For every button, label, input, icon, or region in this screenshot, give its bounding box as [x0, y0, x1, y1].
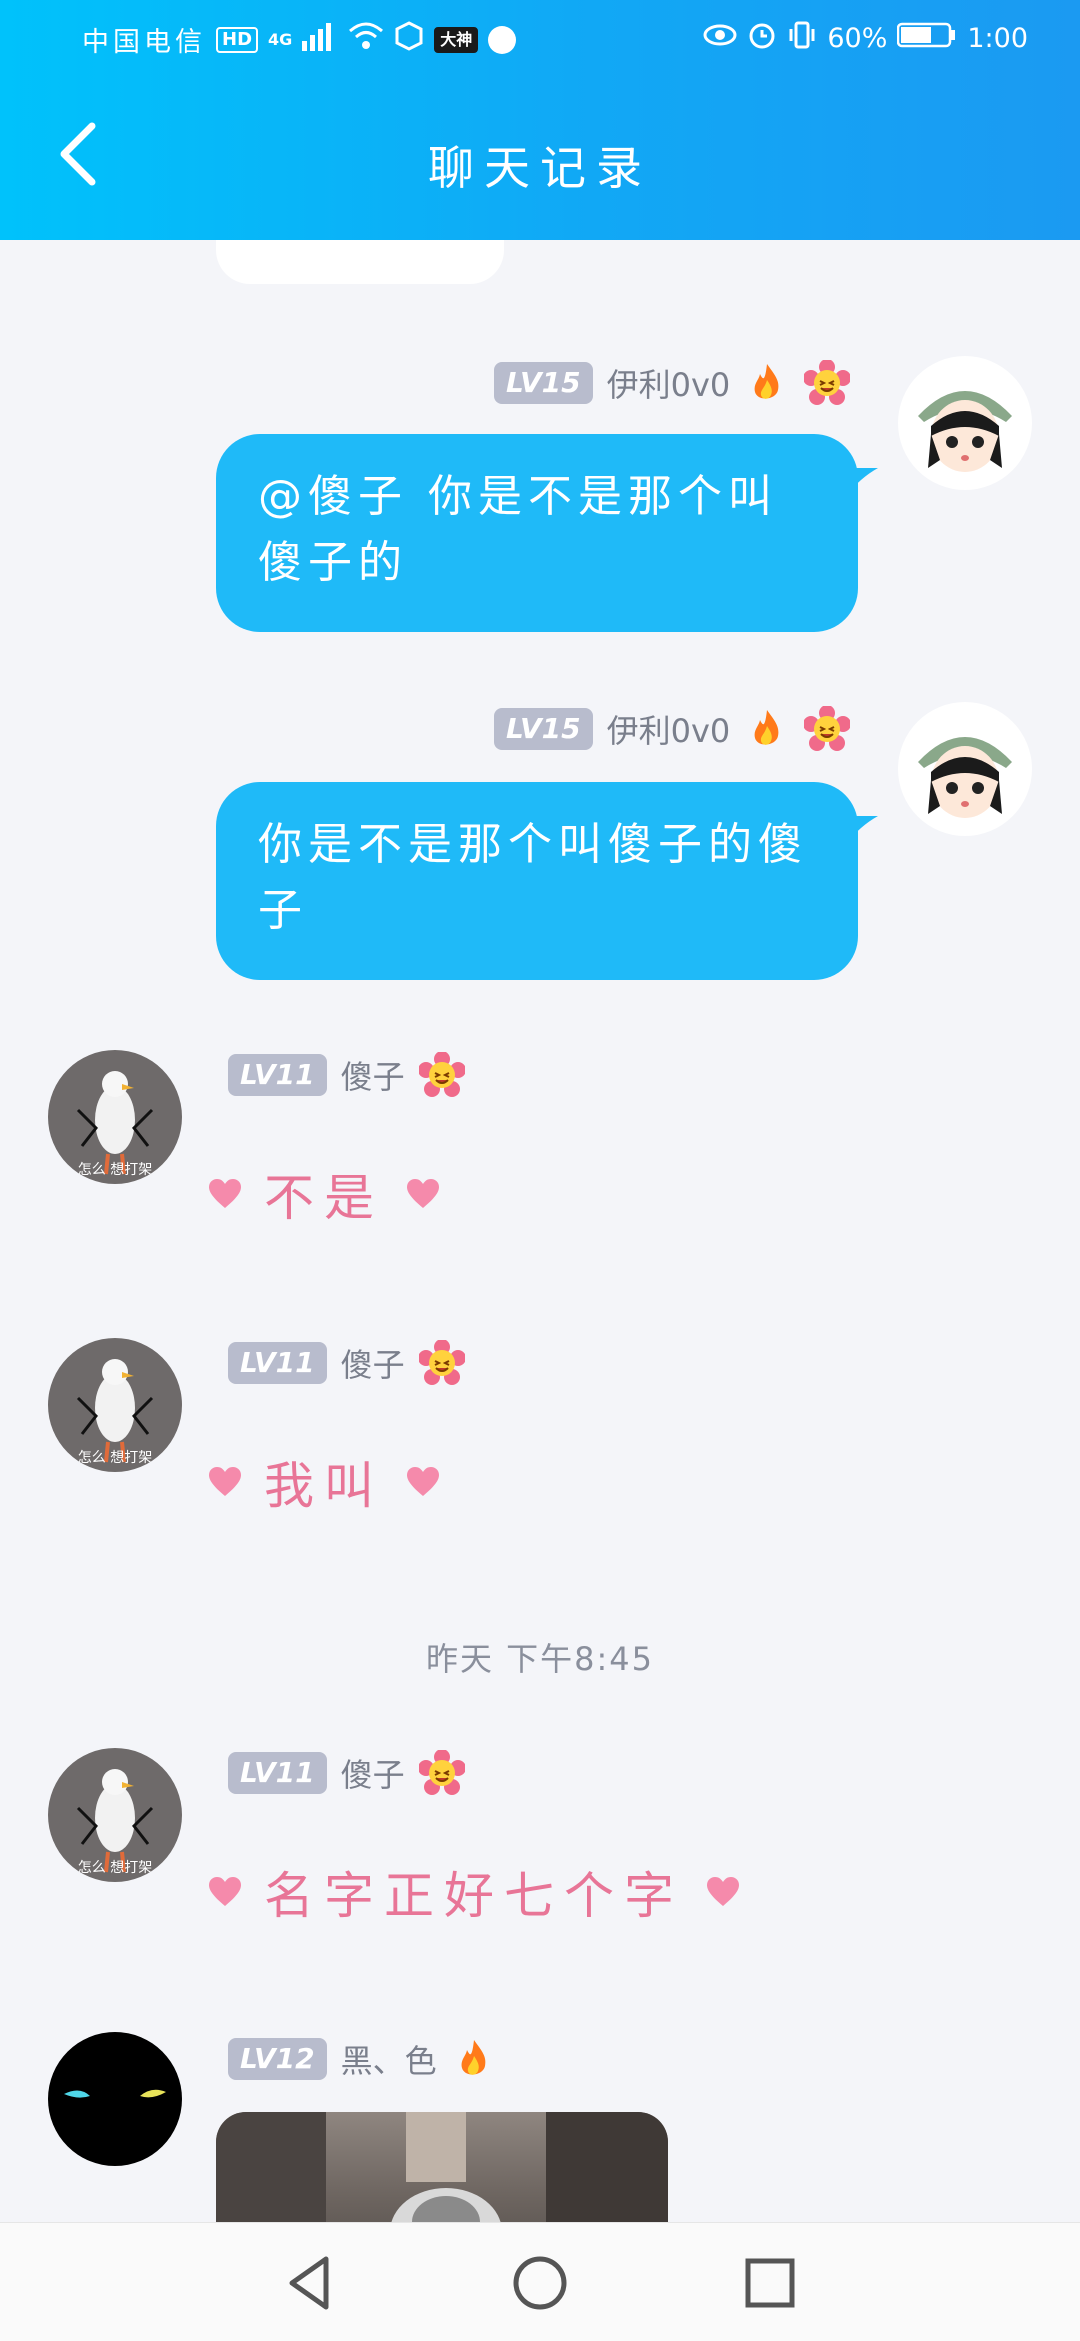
app-badge: 大神 [434, 26, 479, 53]
system-nav-bar [0, 2222, 1080, 2341]
back-triangle-icon [289, 2256, 329, 2310]
message-text: 我叫 [264, 1457, 384, 1515]
avatar-caption: 怎么 想打架 [78, 1449, 152, 1466]
flower-emoji-icon [804, 360, 851, 405]
sender-name[interactable]: 傻子 [341, 1750, 405, 1796]
avatar-caption: 怎么 想打架 [78, 1161, 152, 1178]
avatar[interactable]: 怎么 想打架 [48, 1338, 182, 1472]
heart-icon [407, 1179, 439, 1208]
hd-badge: HD [216, 26, 259, 53]
chat-message-list[interactable]: LV15 伊利0v0 @傻子 你是不是那个叫傻子的 LV15 伊利0v0 你是不… [0, 240, 1080, 2222]
level-badge: LV15 [494, 362, 593, 404]
avatar-girl-icon [898, 356, 1032, 490]
partial-message-bubble[interactable] [216, 240, 504, 284]
fire-icon [754, 710, 779, 745]
avatar-black-cat-icon [48, 2032, 182, 2166]
bubble-tail [846, 468, 878, 496]
message-text: 名字正好七个字 [264, 1867, 684, 1925]
clock-time: 1:00 [967, 23, 1028, 54]
sender-name[interactable]: 傻子 [341, 1340, 405, 1386]
avatar[interactable] [48, 2032, 182, 2166]
message-meta: LV15 伊利0v0 [494, 360, 851, 406]
flower-emoji-icon [418, 1340, 465, 1385]
message-meta: LV15 伊利0v0 [494, 706, 851, 752]
message-text: @傻子 你是不是那个叫傻子的 [258, 471, 778, 588]
message-text: 不是 [264, 1169, 384, 1227]
avatar[interactable]: 怎么 想打架 [48, 1748, 182, 1882]
wifi-icon [348, 21, 384, 58]
level-badge: LV11 [228, 1752, 327, 1794]
bubble-tail [846, 816, 878, 844]
recents-square-icon [745, 2258, 795, 2308]
message-bubble[interactable]: 你是不是那个叫傻子的傻子 [216, 782, 858, 980]
carrier-label: 中国电信 [82, 27, 206, 58]
battery-percent: 60% [827, 23, 888, 54]
nav-home-button[interactable] [510, 2253, 570, 2313]
avatar-girl-icon [898, 702, 1032, 836]
message-meta: LV11 傻子 [228, 1750, 465, 1796]
nav-recents-button[interactable] [740, 2253, 800, 2313]
message-bubble[interactable]: 不是 [208, 1158, 440, 1230]
heart-icon [209, 1179, 241, 1208]
message-bubble[interactable]: 名字正好七个字 [208, 1856, 740, 1928]
avatar-caption: 怎么 想打架 [78, 1859, 152, 1876]
level-badge: LV15 [494, 708, 593, 750]
avatar[interactable]: 怎么 想打架 [48, 1050, 182, 1184]
status-left: 中国电信 HD 4G 大神 [82, 20, 517, 59]
signal-icon [302, 21, 338, 58]
sender-name[interactable]: 黑、色 [341, 2036, 437, 2082]
heart-icon [209, 1877, 241, 1906]
status-right: 60% 1:00 [703, 20, 1028, 57]
vibrate-icon [787, 20, 817, 57]
level-badge: LV12 [228, 2038, 327, 2080]
heart-icon [407, 1467, 439, 1496]
message-bubble[interactable]: 我叫 [208, 1446, 440, 1518]
level-badge: LV11 [228, 1054, 327, 1096]
time-separator: 昨天 下午8:45 [425, 1640, 655, 1678]
page-title: 聊天记录 [428, 141, 652, 195]
sender-name[interactable]: 伊利0v0 [607, 360, 731, 406]
home-circle-icon [513, 2256, 567, 2310]
shield-app-icon [394, 21, 424, 58]
cat-photo-icon [216, 2112, 668, 2222]
flower-emoji-icon [418, 1052, 465, 1097]
header-bar: 中国电信 HD 4G 大神 60% 1:00 聊天记录 [0, 0, 1080, 240]
avatar[interactable] [898, 356, 1032, 490]
level-badge: LV11 [228, 1342, 327, 1384]
avatar-seagull-icon: 怎么 想打架 [48, 1338, 182, 1472]
avatar-seagull-icon: 怎么 想打架 [48, 1050, 182, 1184]
status-bar: 中国电信 HD 4G 大神 60% 1:00 [0, 14, 1080, 66]
image-message[interactable] [216, 2112, 668, 2222]
avatar-seagull-icon: 怎么 想打架 [48, 1748, 182, 1882]
message-meta: LV12 黑、色 [228, 2036, 497, 2082]
eye-icon [703, 22, 737, 55]
message-bubble[interactable]: @傻子 你是不是那个叫傻子的 [216, 434, 858, 632]
alarm-icon [747, 20, 777, 57]
flower-emoji-icon [418, 1750, 465, 1795]
sender-name[interactable]: 伊利0v0 [607, 706, 731, 752]
heart-icon [707, 1877, 739, 1906]
network-label: 4G [268, 30, 293, 49]
heart-icon [209, 1467, 241, 1496]
battery-icon [897, 21, 957, 56]
nav-back-button[interactable] [280, 2253, 340, 2313]
fire-icon [461, 2040, 486, 2075]
browser-icon [488, 25, 517, 54]
message-meta: LV11 傻子 [228, 1340, 465, 1386]
avatar[interactable] [898, 702, 1032, 836]
flower-emoji-icon [804, 706, 851, 751]
fire-icon [754, 364, 779, 399]
message-text: 你是不是那个叫傻子的傻子 [258, 819, 808, 936]
sender-name[interactable]: 傻子 [341, 1052, 405, 1098]
message-meta: LV11 傻子 [228, 1052, 465, 1098]
